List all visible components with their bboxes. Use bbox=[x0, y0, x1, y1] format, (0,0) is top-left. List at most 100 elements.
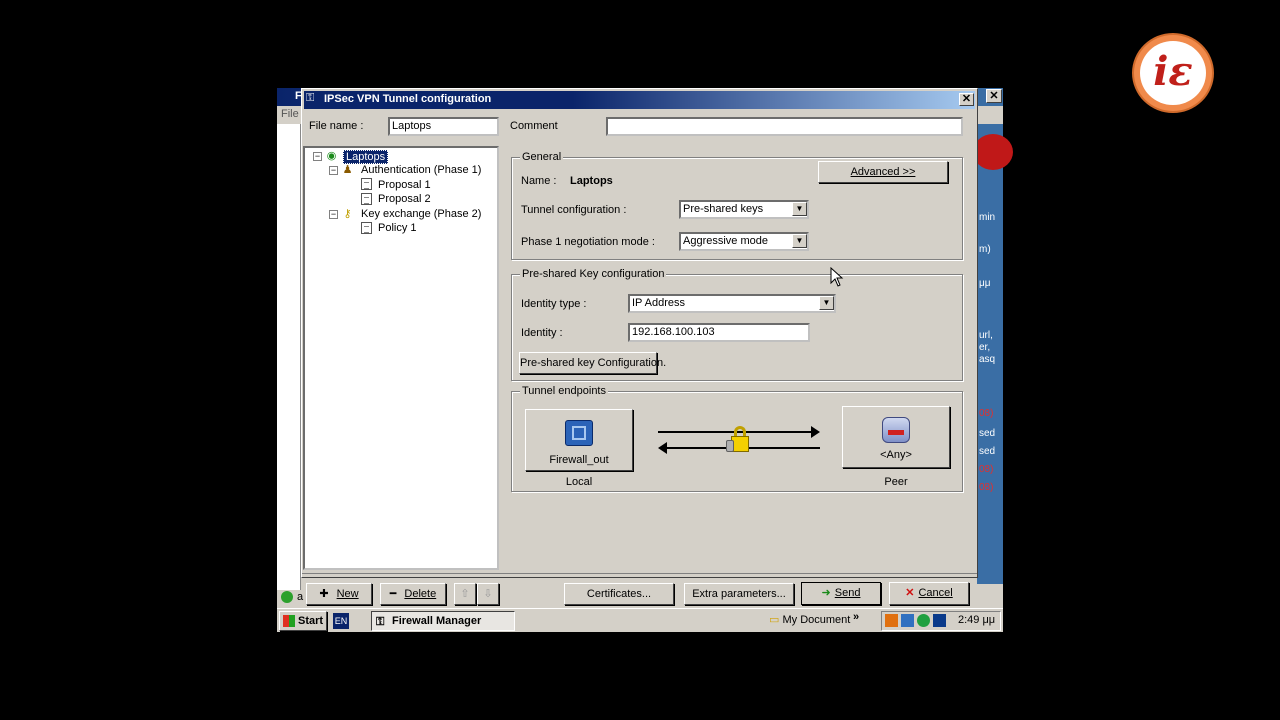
general-group: General Advanced >> Name : Laptops Tunne… bbox=[511, 151, 963, 260]
key-icon: ⚷ bbox=[343, 208, 352, 220]
cancel-button-label: Cancel bbox=[918, 587, 953, 599]
tree-item-proposal-2[interactable]: Proposal 2 bbox=[378, 193, 431, 205]
extra-parameters-button[interactable]: Extra parameters... bbox=[684, 583, 794, 605]
toolbar-chevron[interactable]: » bbox=[853, 611, 859, 623]
bg-text: 08) bbox=[979, 464, 994, 475]
certificates-button-label: Certificates... bbox=[586, 588, 652, 600]
move-up-button[interactable]: ⇧ bbox=[454, 583, 476, 605]
tray-network-icon[interactable] bbox=[901, 614, 914, 627]
background-tree-pane[interactable] bbox=[277, 124, 301, 590]
tunnel-node-icon: ◉ bbox=[326, 150, 337, 162]
tunnel-config-label: Tunnel configuration : bbox=[521, 204, 627, 216]
taskbar-firewall-manager[interactable]: ⚿ Firewall Manager bbox=[371, 611, 515, 631]
general-legend: General bbox=[520, 151, 564, 163]
collapse-icon[interactable]: − bbox=[329, 166, 338, 175]
dialog-titlebar[interactable]: IPSec VPN Tunnel configuration bbox=[304, 91, 975, 109]
start-button[interactable]: Start bbox=[279, 611, 327, 631]
network-icon bbox=[882, 417, 910, 443]
plus-icon: ✚ bbox=[319, 588, 329, 600]
lock-icon bbox=[726, 426, 752, 454]
configuration-tree[interactable]: − ◉ Laptops − ♟ Authentication (Phase 1)… bbox=[303, 146, 499, 570]
delete-button-label: Delete bbox=[404, 588, 437, 600]
clock[interactable]: 2:49 μμ bbox=[958, 614, 995, 626]
minus-icon: ━ bbox=[389, 588, 397, 600]
folder-icon: ▭ bbox=[769, 614, 780, 626]
proposal-icon bbox=[361, 193, 372, 205]
system-tray: 2:49 μμ bbox=[881, 611, 1001, 631]
advanced-button-label: Advanced >> bbox=[850, 166, 916, 178]
tray-app-icon[interactable] bbox=[885, 614, 898, 627]
advanced-button[interactable]: Advanced >> bbox=[818, 161, 948, 183]
identity-type-label: Identity type : bbox=[521, 298, 587, 310]
certificates-button[interactable]: Certificates... bbox=[564, 583, 674, 605]
local-endpoint-name: Firewall_out bbox=[549, 454, 609, 466]
bg-text: url, bbox=[979, 330, 993, 341]
peer-caption: Peer bbox=[884, 476, 908, 488]
chevron-down-icon[interactable]: ▼ bbox=[819, 296, 834, 310]
negotiation-mode-label: Phase 1 negotiation mode : bbox=[521, 236, 655, 248]
comment-input[interactable] bbox=[606, 117, 963, 136]
local-endpoint-button[interactable]: Firewall_out bbox=[525, 409, 633, 471]
app-icon: ⚿ bbox=[376, 616, 385, 628]
tray-status-icon[interactable] bbox=[933, 614, 946, 627]
dialog-close-button[interactable]: ✕ bbox=[959, 93, 974, 106]
comment-label: Comment bbox=[510, 120, 558, 132]
name-value: Laptops bbox=[570, 175, 613, 187]
bg-text: sed bbox=[979, 428, 996, 439]
bg-text: er, bbox=[979, 342, 991, 353]
new-button[interactable]: ✚ New bbox=[306, 583, 372, 605]
file-name-input[interactable]: Laptops bbox=[388, 117, 499, 136]
windows-logo-icon bbox=[283, 615, 295, 627]
tunnel-config-select[interactable]: Pre-shared keys ▼ bbox=[679, 200, 809, 219]
send-button[interactable]: ➜ Send bbox=[801, 582, 881, 605]
file-name-label: File name : bbox=[309, 120, 364, 132]
negotiation-mode-select[interactable]: Aggressive mode ▼ bbox=[679, 232, 809, 251]
policy-icon bbox=[361, 222, 372, 234]
background-close-button[interactable]: ✕ bbox=[986, 89, 1002, 103]
local-caption: Local bbox=[565, 476, 593, 488]
user-icon: ♟ bbox=[342, 164, 353, 176]
taskbar-app-label: Firewall Manager bbox=[392, 615, 482, 627]
cancel-button[interactable]: ✕ Cancel bbox=[889, 582, 969, 605]
language-indicator[interactable]: EN bbox=[333, 613, 349, 629]
mouse-cursor-icon bbox=[830, 267, 844, 287]
bg-text: 08) bbox=[979, 482, 994, 493]
menu-file[interactable]: File bbox=[281, 108, 299, 120]
move-down-button[interactable]: ⇩ bbox=[477, 583, 499, 605]
delete-button[interactable]: ━ Delete bbox=[380, 583, 446, 605]
tree-item-proposal-1[interactable]: Proposal 1 bbox=[378, 179, 431, 191]
identity-type-select[interactable]: IP Address ▼ bbox=[628, 294, 836, 313]
new-button-label: New bbox=[336, 588, 359, 600]
name-label: Name : bbox=[521, 175, 557, 187]
tree-item-laptops[interactable]: Laptops bbox=[343, 150, 389, 164]
bg-text: μμ bbox=[979, 278, 991, 289]
negotiation-mode-value: Aggressive mode bbox=[683, 235, 768, 247]
brand-logo: iε bbox=[1132, 33, 1214, 113]
vpn-tunnel-icon: ⚿ bbox=[306, 92, 315, 104]
psk-configuration-label: Pre-shared key Configuration. bbox=[520, 357, 667, 369]
arrow-down-icon: ⇩ bbox=[483, 588, 493, 600]
start-button-label: Start bbox=[298, 615, 324, 627]
identity-input[interactable]: 192.168.100.103 bbox=[628, 323, 810, 342]
chevron-down-icon[interactable]: ▼ bbox=[792, 234, 807, 248]
bg-text: 08) bbox=[979, 408, 994, 419]
proposal-icon bbox=[361, 178, 372, 190]
my-documents-toolbar[interactable]: ▭ My Document bbox=[769, 613, 850, 626]
psk-configuration-button[interactable]: Pre-shared key Configuration. bbox=[519, 352, 666, 374]
background-red-shape bbox=[973, 134, 1013, 170]
tree-item-phase2[interactable]: Key exchange (Phase 2) bbox=[361, 208, 481, 220]
tray-security-icon[interactable] bbox=[917, 614, 930, 627]
collapse-icon[interactable]: − bbox=[329, 210, 338, 219]
send-icon: ➜ bbox=[821, 587, 831, 599]
collapse-icon[interactable]: − bbox=[313, 152, 322, 161]
peer-endpoint-button[interactable]: <Any> bbox=[842, 406, 950, 468]
bg-text: min bbox=[979, 212, 996, 223]
cancel-icon: ✕ bbox=[905, 587, 915, 599]
my-documents-label: My Document bbox=[782, 614, 851, 626]
separator bbox=[302, 573, 977, 574]
tree-item-policy-1[interactable]: Policy 1 bbox=[378, 222, 417, 234]
psk-group: Pre-shared Key configuration Identity ty… bbox=[511, 268, 963, 381]
chevron-down-icon[interactable]: ▼ bbox=[792, 202, 807, 216]
tree-item-phase1[interactable]: Authentication (Phase 1) bbox=[361, 164, 481, 176]
firewall-icon bbox=[565, 420, 593, 446]
